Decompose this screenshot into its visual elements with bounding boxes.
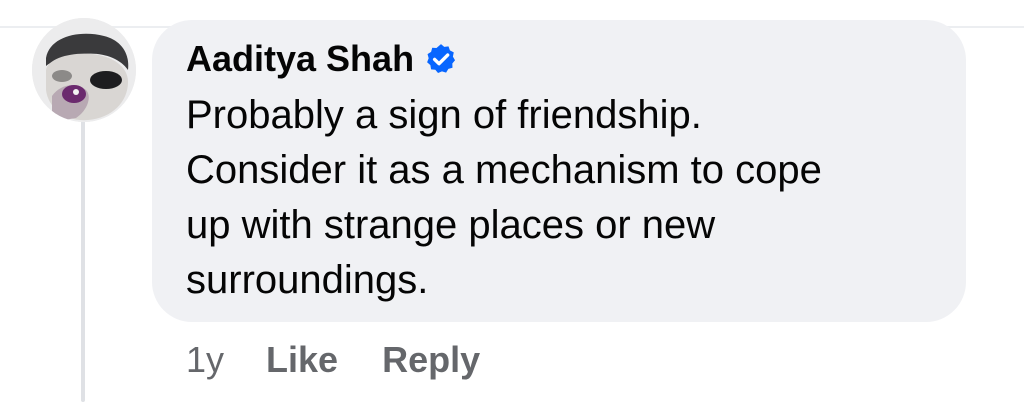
reply-button[interactable]: Reply [382, 339, 480, 381]
like-button[interactable]: Like [266, 339, 338, 381]
comment-header: Aaditya Shah [186, 38, 458, 80]
verified-badge-icon [424, 42, 458, 76]
thread-line [81, 112, 85, 402]
author-name[interactable]: Aaditya Shah [186, 38, 414, 80]
avatar[interactable] [32, 18, 136, 122]
comment-text: Probably a sign of friendship. Consider … [186, 93, 822, 302]
avatar-photo [32, 18, 136, 122]
comment-actions: 1y Like Reply [186, 336, 480, 384]
comment-timestamp[interactable]: 1y [186, 339, 224, 381]
